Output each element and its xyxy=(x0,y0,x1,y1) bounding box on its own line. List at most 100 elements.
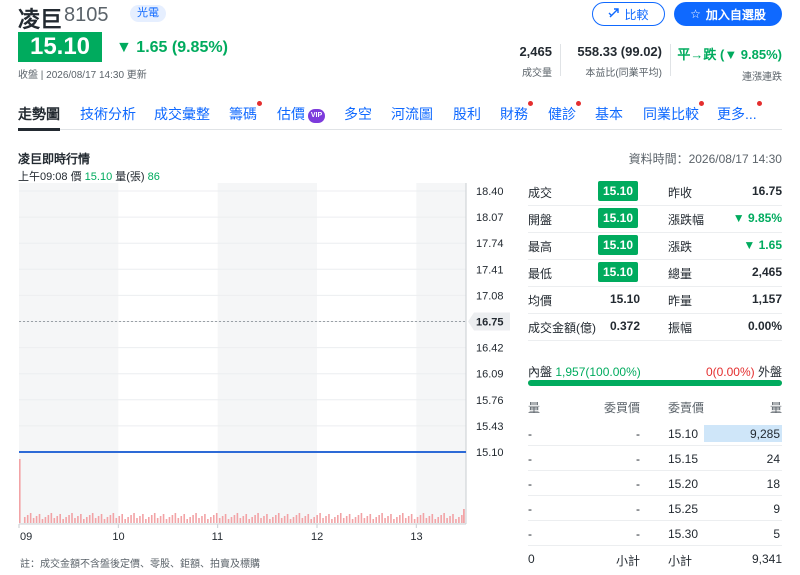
row-divider xyxy=(528,520,782,521)
volume-bar xyxy=(334,517,336,523)
stat-value: 2,465 xyxy=(519,44,552,59)
orderbook-bid: - xyxy=(636,527,640,541)
stat-label: 成交量 xyxy=(522,68,552,79)
tab-label: 基本 xyxy=(595,106,623,122)
volume-bar xyxy=(280,518,283,523)
volume-bar xyxy=(207,519,209,523)
tab-1[interactable]: 走勢圖 xyxy=(18,104,60,131)
new-dot-icon xyxy=(528,101,533,106)
volume-bar xyxy=(351,519,354,523)
volume-bar xyxy=(242,516,245,523)
tab-12[interactable]: 同業比較 xyxy=(643,101,704,124)
orderbook-ask-vol: 18 xyxy=(766,477,780,491)
tab-8[interactable]: 股利 xyxy=(453,104,481,124)
vip-badge: VIP xyxy=(308,109,325,123)
add-watchlist-button[interactable]: ☆ 加入自選股 xyxy=(674,2,782,26)
tab-11[interactable]: 基本 xyxy=(595,104,623,124)
volume-bar xyxy=(35,516,38,523)
stock-name: 凌巨 xyxy=(18,7,63,32)
stat-pe: 558.33 (99.02) 本益比(同業平均) xyxy=(562,44,662,79)
tab-3[interactable]: 成交彙整 xyxy=(154,104,210,124)
orderbook-bid-vol: - xyxy=(528,477,532,491)
volume-bar xyxy=(337,515,339,523)
volume-bar xyxy=(272,517,274,523)
volume-bar xyxy=(180,516,183,523)
orderbook-bid: - xyxy=(636,502,640,516)
footnote: 註：成交金額不含盤後定價、零股、鉅額、拍賣及標購 xyxy=(20,559,260,570)
volume-bar xyxy=(381,513,383,523)
volume-bar xyxy=(375,517,377,523)
orderbook-header: 量 xyxy=(769,401,782,415)
orderbook-header: 量 xyxy=(528,401,541,415)
tab-label: 河流圖 xyxy=(391,106,433,122)
volume-bar xyxy=(360,513,363,523)
y-tick-label: 17.41 xyxy=(476,264,504,276)
volume-bar xyxy=(416,517,419,523)
y-tick-label: 15.76 xyxy=(476,395,504,407)
volume-bar xyxy=(407,516,410,523)
tab-13[interactable]: 更多... xyxy=(717,101,762,124)
tab-6[interactable]: 多空 xyxy=(344,104,372,124)
new-dot-icon xyxy=(756,101,762,106)
tab-label: 多空 xyxy=(344,106,372,122)
volume-bar xyxy=(201,516,203,523)
tab-7[interactable]: 河流圖 xyxy=(391,104,433,124)
volume-bar xyxy=(156,518,159,523)
volume-bar xyxy=(171,515,174,523)
volume-bar xyxy=(298,513,301,523)
volume-bar xyxy=(348,514,351,523)
row-divider xyxy=(528,495,782,496)
volume-bar xyxy=(310,519,313,523)
new-dot-icon xyxy=(257,101,262,106)
volume-bar xyxy=(59,514,61,523)
star-icon: ☆ xyxy=(690,7,701,21)
x-tick-label: 13 xyxy=(410,531,422,543)
compare-button[interactable]: 比較 xyxy=(592,2,665,26)
volume-bar xyxy=(233,515,236,523)
quote-value: 15.10 xyxy=(609,292,640,306)
volume-bar xyxy=(328,514,330,523)
orderbook-ask-vol: 5 xyxy=(773,527,780,541)
tab-label: 股利 xyxy=(453,106,481,122)
orderbook-bid: - xyxy=(636,452,640,466)
row-divider xyxy=(528,205,782,206)
tab-label: 同業比較 xyxy=(643,106,699,122)
y-tick-label: 18.07 xyxy=(476,212,504,224)
price-change: ▼ 1.65 (9.85%) xyxy=(116,39,228,57)
volume-bar xyxy=(38,514,41,523)
tab-10[interactable]: 健診 xyxy=(548,101,581,124)
volume-bar xyxy=(245,514,248,523)
orderbook-bid-vol: - xyxy=(528,427,532,441)
inner-label: 內盤 xyxy=(528,365,553,379)
volume-bar xyxy=(319,513,321,523)
divider xyxy=(560,44,561,76)
volume-bar xyxy=(227,519,230,523)
tab-2[interactable]: 技術分析 xyxy=(80,104,136,124)
quote-label: 昨收 xyxy=(668,186,693,200)
volume-bar xyxy=(88,515,91,523)
down-triangle-icon: ▼ xyxy=(116,39,132,56)
last-price: 15.10 xyxy=(18,32,102,62)
quote-value: 1,157 xyxy=(751,292,782,306)
orderbook-ask: 15.30 xyxy=(668,527,699,541)
quote-label: 開盤 xyxy=(528,213,553,227)
volume-bar xyxy=(342,518,345,523)
volume-bar xyxy=(195,513,197,523)
time-band xyxy=(19,183,119,524)
sector-badge[interactable]: 光電 xyxy=(130,5,166,22)
volume-bar xyxy=(127,517,129,523)
volume-bar xyxy=(396,517,398,523)
tab-5[interactable]: 估價 VIP xyxy=(277,104,325,124)
volume-bar xyxy=(47,515,50,523)
inner-volume: 內盤 1,957(100.00%) xyxy=(528,363,641,380)
volume-bar xyxy=(239,518,242,523)
volume-bar xyxy=(289,519,292,523)
tab-label: 財務 xyxy=(500,106,528,122)
tab-9[interactable]: 財務 xyxy=(500,101,533,124)
volume-bar xyxy=(354,517,357,523)
tab-label: 技術分析 xyxy=(80,106,136,122)
volume-bar xyxy=(186,519,188,523)
tab-4[interactable]: 籌碼 xyxy=(229,101,262,124)
intraday-chart[interactable]: 18.40 18.07 17.74 17.41 17.08 16.42 16.09 15.76… xyxy=(0,178,520,548)
y-tick-label: 17.74 xyxy=(476,238,504,250)
